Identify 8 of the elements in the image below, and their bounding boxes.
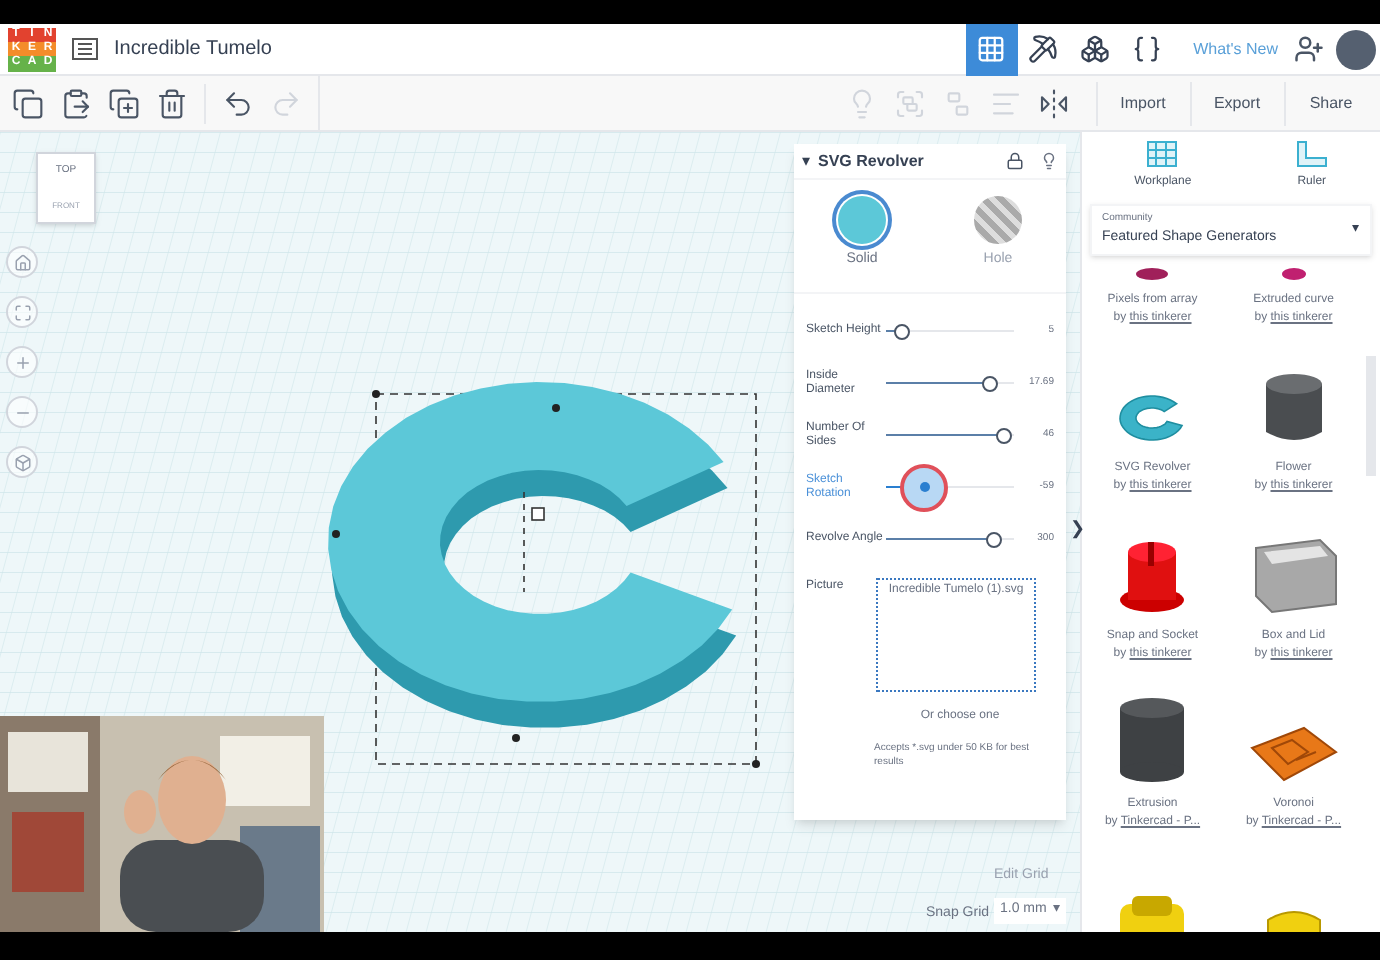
panel-toggle[interactable]: ❯ bbox=[1070, 516, 1086, 543]
whats-new-link[interactable]: What's New bbox=[1193, 37, 1278, 61]
toolbar-button[interactable]: Share bbox=[1284, 81, 1376, 125]
collapse-button[interactable]: ▾ bbox=[802, 149, 810, 173]
design-title[interactable]: Incredible Tumelo bbox=[114, 34, 272, 64]
toolbar-button[interactable]: Import bbox=[1096, 81, 1188, 125]
panel-title: SVG Revolver bbox=[818, 149, 924, 173]
toolbar-button[interactable]: Export bbox=[1190, 81, 1282, 125]
